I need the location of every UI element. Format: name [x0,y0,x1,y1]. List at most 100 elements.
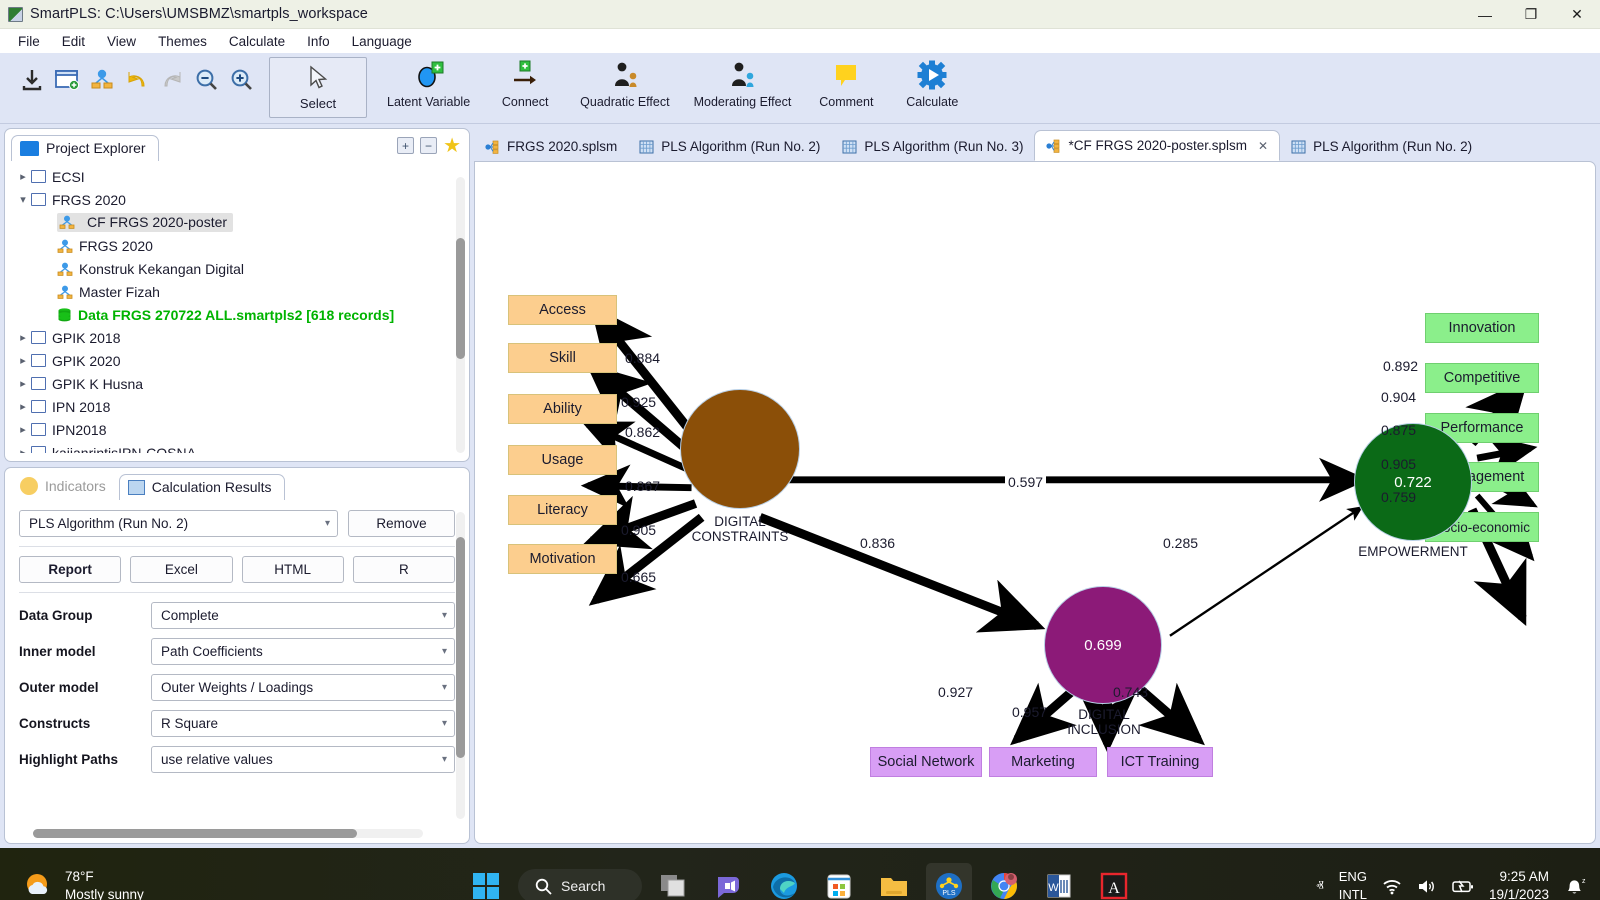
chevron-right-icon[interactable]: ▸ [15,354,31,367]
menu-themes[interactable]: Themes [148,32,217,51]
wifi-icon[interactable] [1382,878,1402,895]
tree-item-ipn-2018[interactable]: ▸ IPN 2018 [5,395,469,418]
data-group-select[interactable]: Complete ▾ [151,602,455,629]
tree-item-data-frgs-270722-all-smartpls2-618-records[interactable]: Data FRGS 270722 ALL.smartpls2 [618 reco… [5,303,469,326]
html-button[interactable]: HTML [241,556,344,583]
chevron-right-icon[interactable]: ▸ [15,446,31,453]
store-button[interactable] [816,863,862,900]
r-button[interactable]: R [352,556,455,583]
constructs-select[interactable]: R Square ▾ [151,710,455,737]
chevron-right-icon[interactable]: ▸ [15,377,31,390]
indicator-access[interactable]: Access [508,295,617,325]
construct-empowerment[interactable]: 0.722 [1355,424,1471,540]
menu-view[interactable]: View [97,32,146,51]
indicator-innovation[interactable]: Innovation [1425,313,1539,343]
outer-model-select[interactable]: Outer Weights / Loadings ▾ [151,674,455,701]
indicator-ict-training[interactable]: ICT Training [1107,747,1213,777]
language-indicator[interactable]: ENG INTL [1339,868,1367,900]
chrome-button[interactable] [981,863,1027,900]
menu-edit[interactable]: Edit [52,32,95,51]
import-data-button[interactable] [14,59,49,101]
new-project-button[interactable] [49,59,84,101]
editor-tab-2[interactable]: PLS Algorithm (Run No. 3) [831,132,1034,161]
zoom-in-button[interactable] [224,59,259,101]
tab-project-explorer[interactable]: Project Explorer [11,135,159,161]
editor-tab-0[interactable]: FRGS 2020.splsm [474,132,628,161]
tree-item-frgs-2020[interactable]: FRGS 2020 [5,234,469,257]
new-model-button[interactable] [84,59,119,101]
search-button[interactable]: Search [518,869,642,900]
results-scrollbar-thumb[interactable] [456,536,465,758]
results-hscrollbar-thumb[interactable] [33,829,357,838]
indicator-marketing[interactable]: Marketing [989,747,1097,777]
teams-button[interactable] [706,863,752,900]
tree-item-gpik-2018[interactable]: ▸ GPIK 2018 [5,326,469,349]
menu-file[interactable]: File [8,32,50,51]
tab-indicators[interactable]: Indicators [11,472,119,500]
report-button[interactable]: Report [19,556,122,583]
remove-button[interactable]: Remove [348,510,455,537]
editor-tab-4[interactable]: PLS Algorithm (Run No. 2) [1280,132,1483,161]
favorite-star-icon[interactable]: ★ [443,136,461,156]
tab-calculation-results[interactable]: Calculation Results [118,474,285,500]
redo-button[interactable] [154,59,189,101]
close-button[interactable]: ✕ [1554,0,1600,29]
word-button[interactable]: W [1036,863,1082,900]
clock[interactable]: 9:25 AM 19/1/2023 [1489,868,1549,900]
explorer-scrollbar-thumb[interactable] [456,237,465,360]
tree-item-konstruk-kekangan-digital[interactable]: Konstruk Kekangan Digital [5,257,469,280]
menu-calculate[interactable]: Calculate [219,32,295,51]
chevron-down-icon[interactable]: ▾ [15,193,31,206]
moderating-effect-button[interactable]: Moderating Effect [682,57,804,119]
indicator-social-network[interactable]: Social Network [870,747,982,777]
indicator-ability[interactable]: Ability [508,394,617,424]
run-select[interactable]: PLS Algorithm (Run No. 2) ▾ [19,510,338,537]
menu-info[interactable]: Info [297,32,340,51]
quadratic-effect-button[interactable]: Quadratic Effect [568,57,681,119]
select-tool-button[interactable]: Select [269,57,367,118]
inner-model-select[interactable]: Path Coefficients ▾ [151,638,455,665]
edge-button[interactable] [761,863,807,900]
chevron-right-icon[interactable]: ▸ [15,170,31,183]
tree-item-master-fizah[interactable]: Master Fizah [5,280,469,303]
file-explorer-button[interactable] [871,863,917,900]
chevron-right-icon[interactable]: ▸ [15,423,31,436]
editor-tab-1[interactable]: PLS Algorithm (Run No. 2) [628,132,831,161]
chevron-right-icon[interactable]: ▸ [15,400,31,413]
latent-variable-button[interactable]: Latent Variable [375,57,482,119]
minimize-button[interactable]: — [1462,0,1508,29]
explorer-scrollbar[interactable] [456,177,465,453]
excel-button[interactable]: Excel [130,556,233,583]
tree-item-gpik-k-husna[interactable]: ▸ GPIK K Husna [5,372,469,395]
notification-bell-icon[interactable]: z [1564,877,1586,896]
results-hscrollbar[interactable] [33,829,423,838]
maximize-button[interactable]: ❐ [1508,0,1554,29]
project-tree[interactable]: ▸ ECSI ▾ FRGS 2020 CF FRGS 2020-poster FRGS 2… [5,161,469,453]
comment-button[interactable]: Comment [803,57,889,119]
weather-widget[interactable]: 78°F Mostly sunny [24,868,144,900]
start-button[interactable] [463,863,509,900]
task-view-button[interactable] [651,863,697,900]
expand-all-button[interactable]: + [397,137,415,154]
acrobat-button[interactable]: A [1091,863,1137,900]
editor-tab-3[interactable]: *CF FRGS 2020-poster.splsm ✕ [1034,130,1281,161]
results-scrollbar[interactable] [456,512,465,819]
indicator-motivation[interactable]: Motivation [508,544,617,574]
tree-item-frgs-2020[interactable]: ▾ FRGS 2020 [5,188,469,211]
indicator-usage[interactable]: Usage [508,445,617,475]
model-canvas[interactable]: Access Skill Ability Usage Literacy Moti… [474,161,1596,844]
calculate-button[interactable]: Calculate [889,57,975,119]
connect-button[interactable]: Connect [482,57,568,119]
tray-chevron-up-icon[interactable]: ⱏ [1316,878,1323,895]
undo-button[interactable] [119,59,154,101]
battery-icon[interactable] [1452,879,1474,894]
collapse-all-button[interactable]: − [420,137,438,154]
tree-item-kajianrintisipn-cosna[interactable]: ▸ kajianrintisIPN-COSNA [5,441,469,453]
chevron-right-icon[interactable]: ▸ [15,331,31,344]
tab-close-icon[interactable]: ✕ [1258,139,1268,153]
tree-item-ipn2018[interactable]: ▸ IPN2018 [5,418,469,441]
tree-item-gpik-2020[interactable]: ▸ GPIK 2020 [5,349,469,372]
zoom-out-button[interactable] [189,59,224,101]
indicator-competitive[interactable]: Competitive [1425,363,1539,393]
highlight-paths-select[interactable]: use relative values ▾ [151,746,455,773]
